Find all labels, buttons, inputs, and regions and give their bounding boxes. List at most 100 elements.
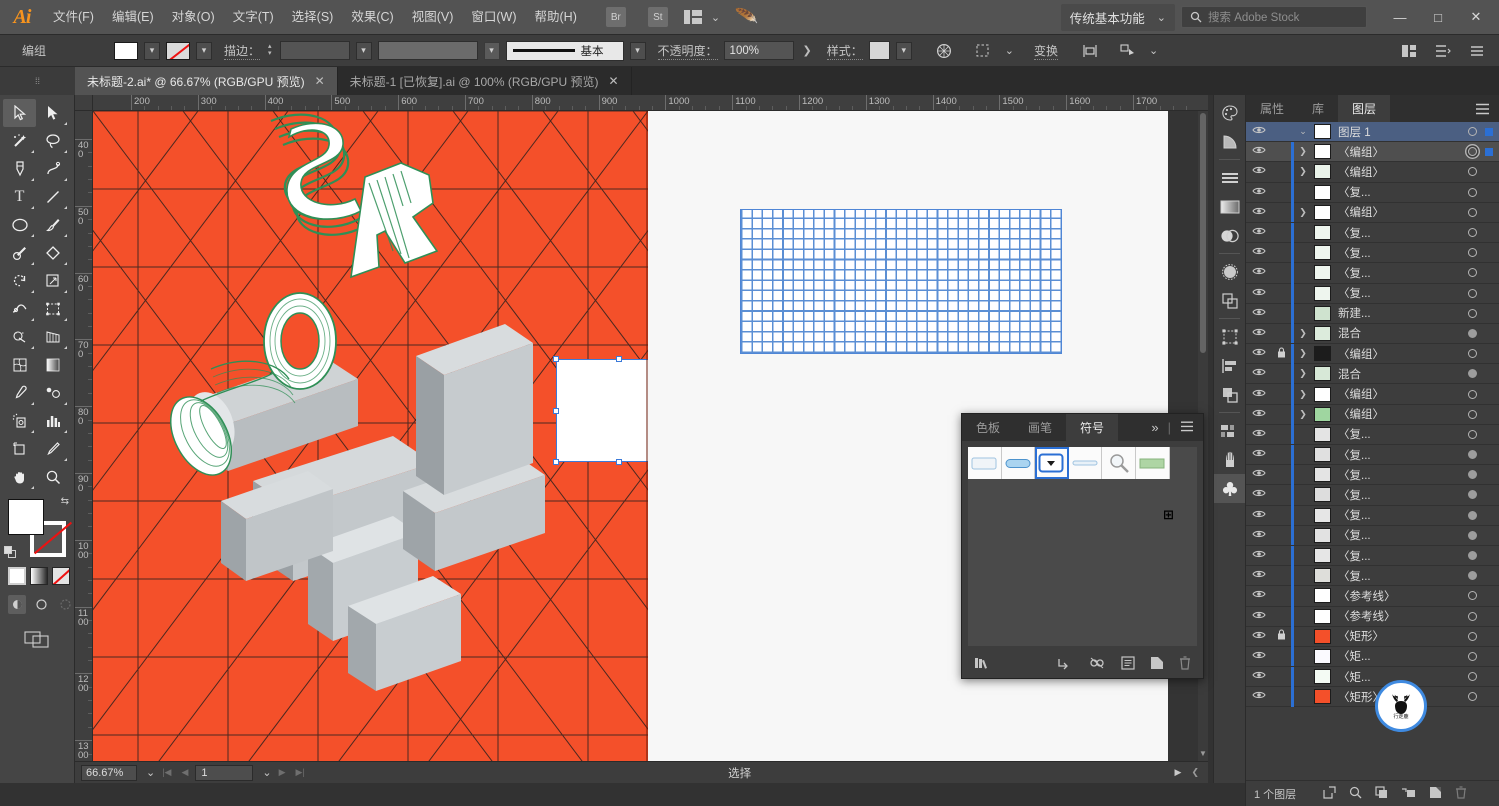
layer-row[interactable]: 〈复... <box>1246 525 1499 546</box>
layer-name[interactable]: 〈复... <box>1338 568 1371 584</box>
symbols-grid[interactable]: ⊞ <box>968 447 1197 646</box>
hand-tool[interactable] <box>3 463 36 491</box>
visibility-eye-icon[interactable] <box>1246 246 1271 259</box>
eraser-tool[interactable] <box>36 239 69 267</box>
target-indicator[interactable] <box>1468 611 1477 621</box>
visibility-eye-icon[interactable] <box>1246 428 1271 441</box>
visibility-eye-icon[interactable] <box>1246 569 1271 582</box>
delete-symbol-icon[interactable] <box>1179 655 1191 673</box>
layer-row[interactable]: 〈复... <box>1246 484 1499 506</box>
layer-row[interactable]: ❯ 〈编组〉 <box>1246 384 1499 405</box>
layer-name[interactable]: 〈矩... <box>1338 669 1371 685</box>
layer-thumbnail[interactable] <box>1314 648 1331 664</box>
layer-name[interactable]: 〈复... <box>1338 447 1371 463</box>
locate-object-icon[interactable] <box>1349 786 1362 802</box>
layer-thumbnail[interactable] <box>1314 406 1331 422</box>
fill-dropdown-arrow[interactable]: ▾ <box>144 41 160 60</box>
tab-libraries[interactable]: 库 <box>1298 95 1338 122</box>
target-indicator[interactable] <box>1468 651 1477 661</box>
layer-thumbnail[interactable] <box>1314 669 1331 685</box>
symbol-libraries-icon[interactable] <box>974 656 991 673</box>
width-profile-dropdown[interactable]: ▾ <box>483 41 500 60</box>
delete-layer-icon[interactable] <box>1455 785 1467 802</box>
layer-thumbnail[interactable] <box>1314 568 1331 584</box>
target-indicator[interactable] <box>1468 187 1477 197</box>
target-indicator[interactable] <box>1468 591 1477 601</box>
layer-thumbnail[interactable] <box>1314 325 1331 341</box>
line-segment-tool[interactable] <box>36 183 69 211</box>
selection-handle-bc[interactable] <box>616 459 622 465</box>
isolate-dropdown[interactable]: ⌄ <box>1149 44 1158 57</box>
layer-thumbnail[interactable] <box>1314 265 1331 281</box>
stroke-weight-input[interactable] <box>279 41 350 60</box>
visibility-eye-icon[interactable] <box>1246 165 1271 178</box>
direct-selection-tool[interactable] <box>36 99 69 127</box>
menu-effect[interactable]: 效果(C) <box>342 0 402 35</box>
symbols-panel-icon[interactable] <box>1214 474 1246 503</box>
hamburger-icon[interactable] <box>1180 420 1194 435</box>
layer-thumbnail[interactable] <box>1314 386 1331 402</box>
target-indicator[interactable] <box>1468 268 1477 278</box>
pathfinder-panel-icon[interactable] <box>1214 286 1246 315</box>
tab-layers[interactable]: 图层 <box>1338 95 1391 122</box>
layer-name[interactable]: 〈编组〉 <box>1338 144 1384 160</box>
visibility-eye-icon[interactable] <box>1246 327 1271 340</box>
target-indicator[interactable] <box>1468 409 1477 419</box>
layers-panel-icon[interactable] <box>1214 380 1246 409</box>
visibility-eye-icon[interactable] <box>1246 589 1271 602</box>
target-indicator[interactable] <box>1468 288 1477 298</box>
layer-name[interactable]: 〈编组〉 <box>1338 204 1384 220</box>
target-indicator[interactable] <box>1468 248 1477 258</box>
stroke-weight-stepper[interactable]: ▴ ▾ <box>266 43 274 57</box>
lock-icon[interactable] <box>1271 347 1291 361</box>
layer-thumbnail[interactable] <box>1314 588 1331 604</box>
close-button[interactable]: ✕ <box>1457 0 1495 35</box>
fill-color-swatch[interactable] <box>114 41 138 60</box>
layer-row[interactable]: 〈复... <box>1246 424 1499 445</box>
arrange-documents-menu-icon[interactable] <box>1433 41 1453 61</box>
free-transform-tool[interactable] <box>36 295 69 323</box>
expand-twisty-icon[interactable]: ⌄ <box>1294 126 1312 137</box>
zoom-dropdown-icon[interactable]: ⌄ <box>146 766 155 779</box>
visibility-eye-icon[interactable] <box>1246 206 1271 219</box>
prev-artboard-icon[interactable]: ◀ <box>178 767 191 778</box>
discover-rocket-icon[interactable]: 🪶 <box>735 5 759 28</box>
brushes-panel-icon[interactable] <box>1214 445 1246 474</box>
layer-thumbnail[interactable] <box>1314 305 1331 321</box>
tab-properties[interactable]: 属性 <box>1246 95 1298 122</box>
layer-name[interactable]: 〈复... <box>1338 548 1371 564</box>
visibility-eye-icon[interactable] <box>1246 650 1271 663</box>
status-resize-handle[interactable]: ❮ <box>1188 767 1202 778</box>
expand-twisty-icon[interactable]: ❯ <box>1294 328 1312 339</box>
document-tab-1[interactable]: 未标题-2.ai* @ 66.67% (RGB/GPU 预览) ✕ <box>75 67 338 95</box>
layer-name[interactable]: 〈编组〉 <box>1338 386 1384 402</box>
layer-thumbnail[interactable] <box>1314 467 1331 483</box>
symbol-blue-pill[interactable] <box>1001 447 1036 479</box>
stock-icon[interactable]: St <box>647 7 668 27</box>
visibility-eye-icon[interactable] <box>1246 529 1271 542</box>
layer-row[interactable]: 〈参考线〉 <box>1246 606 1499 627</box>
expand-twisty-icon[interactable]: ❯ <box>1294 409 1312 420</box>
gradient-panel-icon[interactable] <box>1214 192 1246 221</box>
graphic-style-swatch[interactable] <box>868 41 890 60</box>
layer-name[interactable]: 〈参考线〉 <box>1338 608 1396 624</box>
menu-edit[interactable]: 编辑(E) <box>103 0 163 35</box>
layer-name[interactable]: 〈编组〉 <box>1338 346 1384 362</box>
gradient-tool[interactable] <box>36 351 69 379</box>
symbol-magnifier[interactable] <box>1102 447 1136 479</box>
visibility-eye-icon[interactable] <box>1246 549 1271 562</box>
layer-row[interactable]: 〈复... <box>1246 242 1499 264</box>
layer-row[interactable]: 〈复... <box>1246 565 1499 587</box>
opacity-slider-arrow[interactable]: ❯ <box>800 44 815 57</box>
expand-twisty-icon[interactable]: ❯ <box>1294 207 1312 218</box>
make-clipping-mask-icon[interactable] <box>1375 785 1388 802</box>
target-indicator[interactable] <box>1468 308 1477 318</box>
target-indicator[interactable] <box>1468 672 1477 682</box>
menu-file[interactable]: 文件(F) <box>44 0 103 35</box>
align-panel-icon[interactable] <box>1214 351 1246 380</box>
layer-thumbnail[interactable] <box>1314 366 1331 382</box>
layer-thumbnail[interactable] <box>1314 204 1331 220</box>
symbol-green-bar[interactable] <box>1135 447 1170 479</box>
bridge-icon[interactable]: Br <box>605 7 626 27</box>
layer-name[interactable]: 〈参考线〉 <box>1338 588 1396 604</box>
